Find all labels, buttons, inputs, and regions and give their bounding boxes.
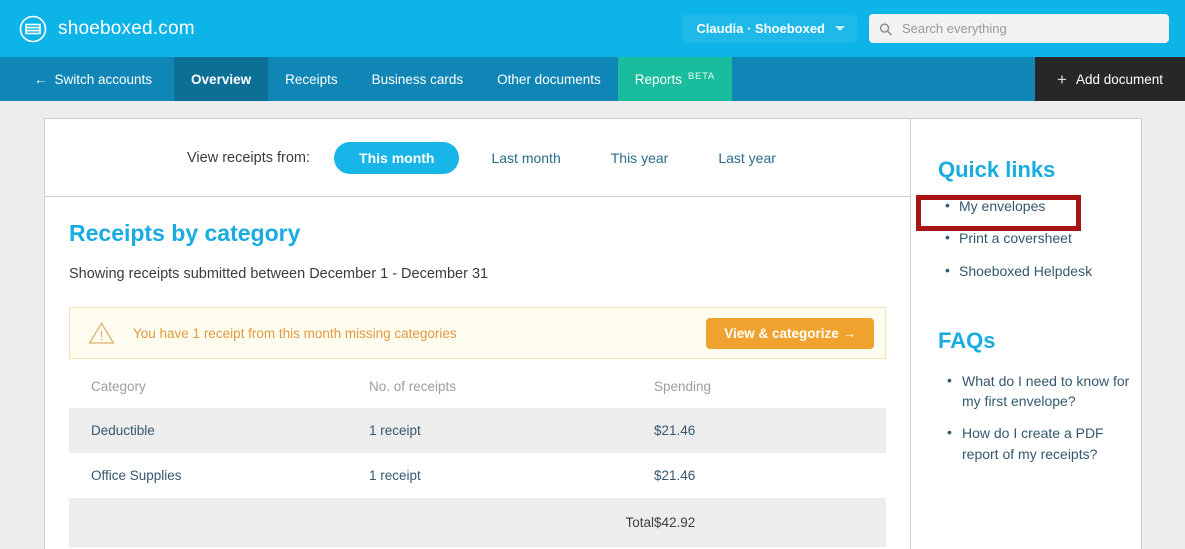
filter-tab-last-year[interactable]: Last year [700, 142, 794, 174]
page-body: View receipts from: This month Last mont… [0, 101, 1185, 549]
add-document-button[interactable]: + Add document [1035, 57, 1185, 101]
nav-item-business-cards-label: Business cards [371, 71, 464, 87]
search-box[interactable] [869, 14, 1169, 43]
table-row[interactable]: Office Supplies 1 receipt $21.46 [69, 453, 886, 498]
cell-receipts: 1 receipt [369, 408, 654, 453]
date-filter-strip: View receipts from: This month Last mont… [45, 119, 910, 197]
search-icon [879, 22, 892, 35]
nav-item-reports[interactable]: Reports BETA [617, 57, 732, 101]
cell-receipts: 1 receipt [369, 468, 421, 483]
quick-links-title: Quick links [938, 157, 1056, 182]
nav-item-reports-label: Reports [634, 71, 683, 87]
cell-category: Deductible [69, 408, 369, 453]
table-body: Deductible 1 receipt $21.46 Office Suppl… [69, 408, 886, 547]
table-header: Category No. of receipts Spending [69, 379, 886, 408]
report-section: Receipts by category Showing receipts su… [45, 197, 910, 547]
sidebar-item-my-envelopes[interactable]: My envelopes [938, 190, 1141, 222]
cell-spending: $21.46 [654, 468, 696, 483]
shoebox-logo-icon [19, 15, 47, 42]
brand-name: shoeboxed.com [58, 17, 195, 39]
add-document-label: Add document [1075, 71, 1163, 87]
total-empty-cell [69, 498, 369, 547]
sidebar-item-print-coversheet[interactable]: Print a coversheet [938, 222, 1141, 254]
total-label: Total [369, 498, 654, 547]
filter-tab-this-year[interactable]: This year [593, 142, 687, 174]
report-column: View receipts from: This month Last mont… [45, 119, 911, 549]
view-and-categorize-button[interactable]: View & categorize → [706, 317, 874, 349]
nav-item-other-documents-label: Other documents [497, 71, 601, 87]
account-menu-label: Claudia · Shoeboxed [696, 21, 825, 36]
total-value: $42.92 [654, 498, 886, 547]
column-header-receipts: No. of receipts [369, 379, 457, 394]
search-input[interactable] [899, 20, 1159, 37]
plus-icon: + [1057, 69, 1067, 89]
date-filter-label: View receipts from: [187, 149, 311, 166]
account-menu-button[interactable]: Claudia · Shoeboxed [682, 14, 857, 43]
faqs-list: What do I need to know for my first enve… [938, 365, 1141, 470]
sidebar-column: Quick links My envelopes Print a coversh… [911, 119, 1141, 549]
missing-categories-banner: You have 1 receipt from this month missi… [69, 307, 886, 359]
sidebar-item-shoeboxed-helpdesk[interactable]: Shoeboxed Helpdesk [938, 255, 1141, 287]
column-header-category: Category [91, 379, 146, 394]
missing-categories-text: You have 1 receipt from this month missi… [133, 325, 457, 341]
main-navigation-bar: ← Switch accounts Overview Receipts Busi… [0, 57, 1185, 101]
cell-spending: $21.46 [654, 408, 886, 453]
column-header-spending: Spending [654, 379, 712, 394]
nav-item-receipts[interactable]: Receipts [268, 57, 355, 101]
nav-switch-accounts[interactable]: ← Switch accounts [0, 57, 174, 101]
nav-item-receipts-label: Receipts [285, 71, 338, 87]
filter-tab-last-month[interactable]: Last month [473, 142, 578, 174]
nav-item-overview[interactable]: Overview [174, 57, 269, 101]
table-total-row: Total $42.92 [69, 498, 886, 547]
report-subtitle: Showing receipts submitted between Decem… [69, 266, 489, 282]
faqs-title: FAQs [938, 327, 996, 353]
chevron-down-icon [835, 26, 845, 31]
nav-switch-accounts-label: Switch accounts [54, 71, 153, 87]
brand-logo-link[interactable]: shoeboxed.com [18, 14, 195, 44]
nav-item-overview-label: Overview [191, 71, 252, 87]
content-card: View receipts from: This month Last mont… [44, 118, 1142, 549]
faq-item-pdf-report[interactable]: How do I create a PDF report of my recei… [938, 417, 1133, 470]
beta-badge: BETA [688, 70, 715, 82]
nav-item-business-cards[interactable]: Business cards [355, 57, 481, 101]
cell-category: Office Supplies [91, 468, 182, 483]
top-header-right: Claudia · Shoeboxed [682, 14, 1169, 43]
filter-tab-this-month[interactable]: This month [334, 141, 460, 174]
quick-links-list: My envelopes Print a coversheet Shoeboxe… [938, 190, 1141, 287]
arrow-left-icon: ← [34, 71, 48, 87]
nav-item-other-documents[interactable]: Other documents [480, 57, 618, 101]
receipts-by-category-table: Category No. of receipts Spending Deduct… [69, 379, 886, 547]
page-title: Receipts by category [69, 220, 301, 246]
warning-triangle-icon [88, 321, 115, 344]
table-header-row: Category No. of receipts Spending [69, 379, 886, 408]
faq-item-first-envelope[interactable]: What do I need to know for my first enve… [938, 365, 1133, 418]
table-row[interactable]: Deductible 1 receipt $21.46 [69, 408, 886, 453]
top-header-bar: shoeboxed.com Claudia · Shoeboxed [0, 0, 1185, 57]
